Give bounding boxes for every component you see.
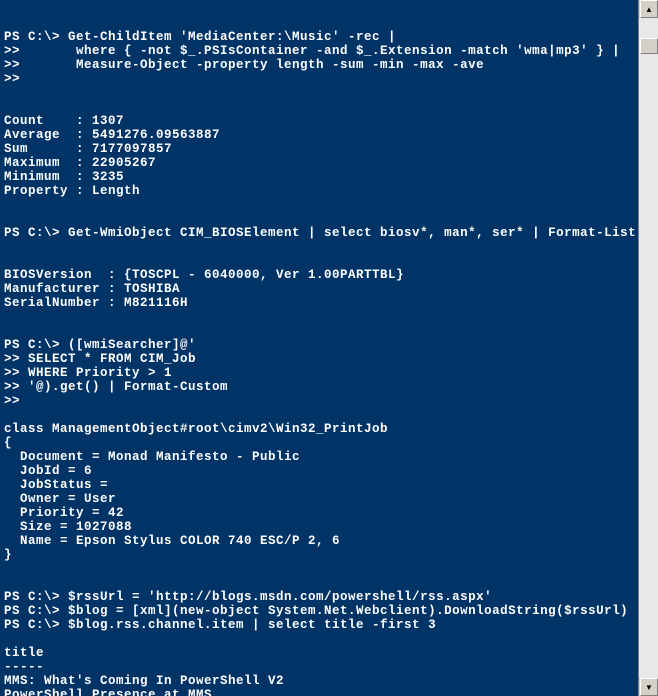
scroll-down-button[interactable]: ▼ <box>640 678 658 696</box>
chevron-down-icon: ▼ <box>645 683 653 692</box>
scroll-up-button[interactable]: ▲ <box>640 0 658 18</box>
powershell-terminal[interactable]: PS C:\> Get-ChildItem 'MediaCenter:\Musi… <box>0 0 638 696</box>
chevron-up-icon: ▲ <box>645 5 653 14</box>
scroll-track[interactable] <box>639 18 658 678</box>
vertical-scrollbar[interactable]: ▲ ▼ <box>638 0 658 696</box>
scroll-thumb[interactable] <box>640 38 658 54</box>
terminal-output: PS C:\> Get-ChildItem 'MediaCenter:\Musi… <box>4 30 634 696</box>
